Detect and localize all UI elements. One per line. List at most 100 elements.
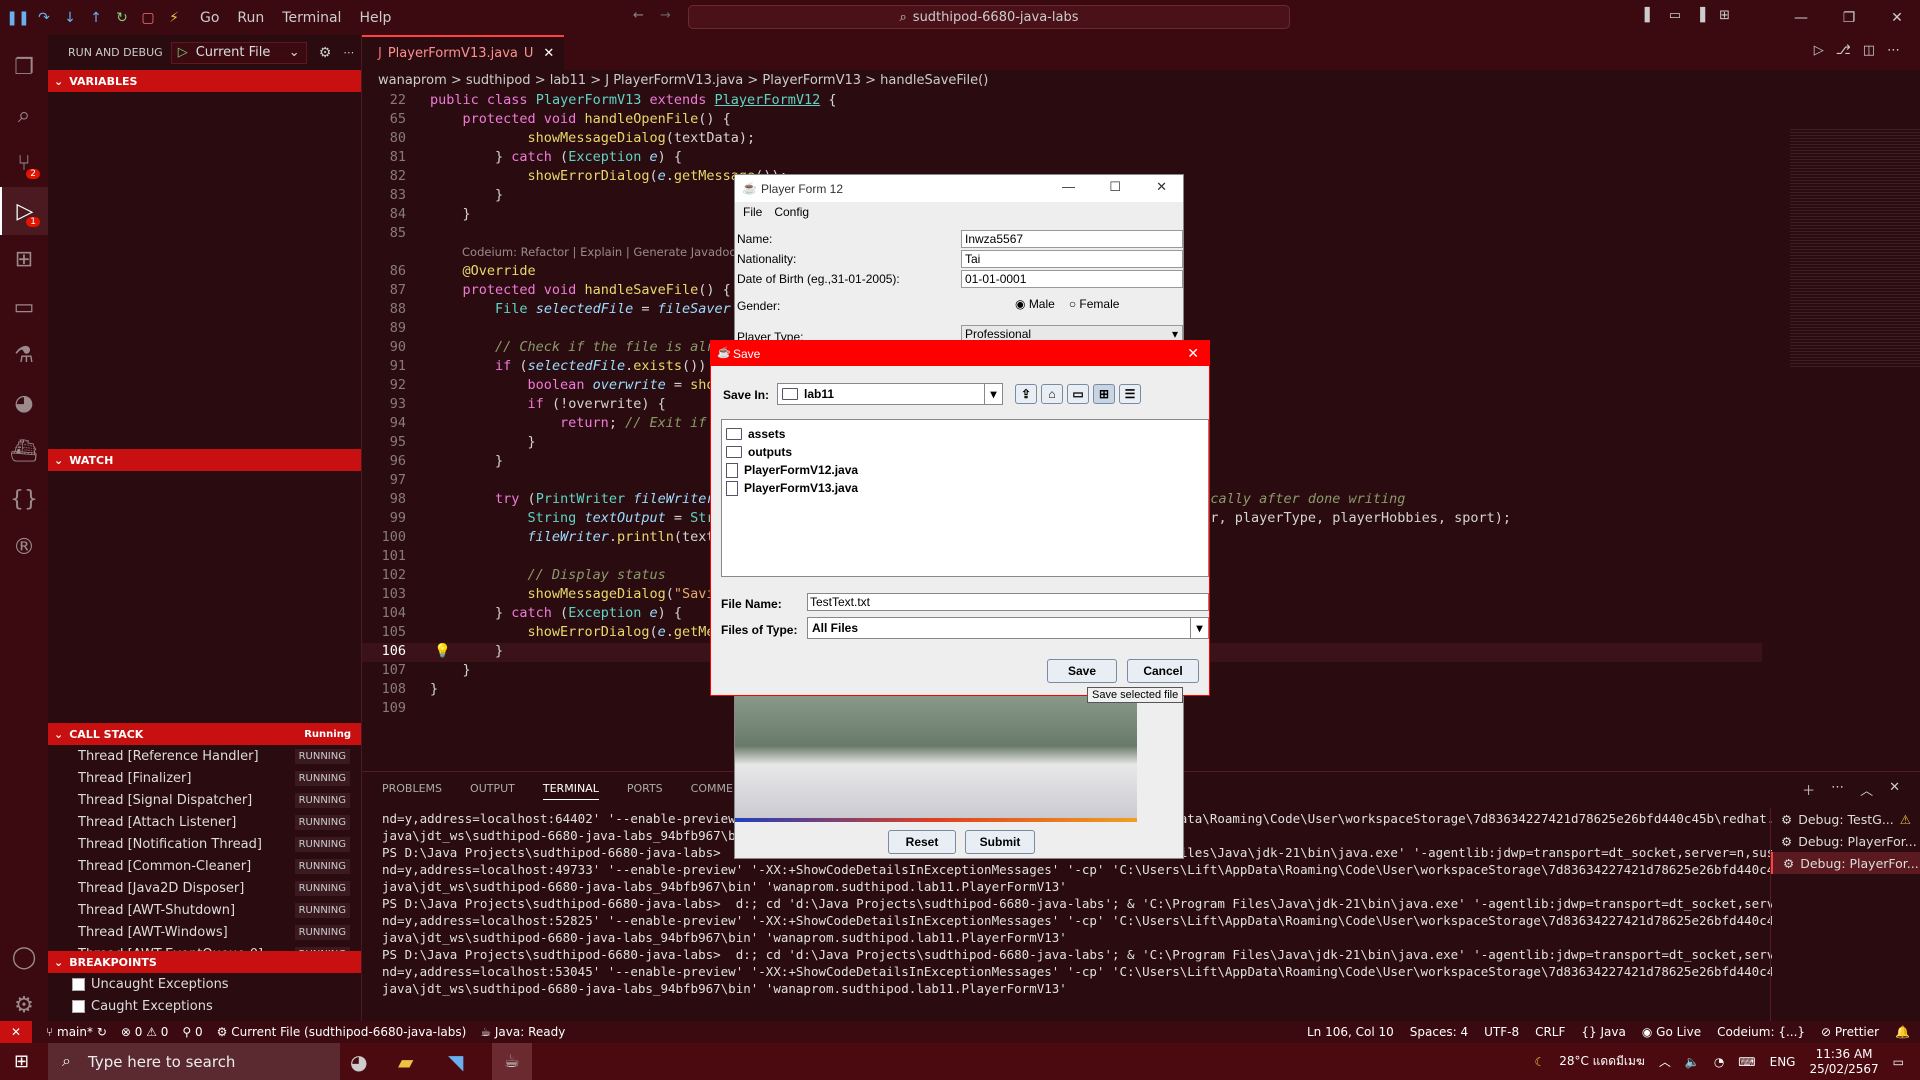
volume-icon[interactable]: 🔈 (1685, 1055, 1700, 1069)
thread-item[interactable]: Thread [Finalizer] RUNNING (78, 767, 358, 789)
search-icon[interactable]: ⌕ (0, 91, 48, 139)
encoding-status[interactable]: UTF-8 (1484, 1025, 1519, 1039)
breakpoints-header[interactable]: ⌄ BREAKPOINTS (48, 951, 361, 973)
thread-item[interactable]: Thread [Java2D Disposer] RUNNING (78, 877, 358, 899)
windows-start-icon[interactable]: ⊞ (14, 1051, 29, 1072)
close-icon[interactable]: ✕ (1874, 10, 1920, 26)
minimap[interactable] (1790, 127, 1920, 367)
close-icon[interactable]: ✕ (1889, 780, 1900, 799)
language-indicator[interactable]: ENG (1770, 1055, 1796, 1069)
thread-item[interactable]: Thread [Attach Listener] RUNNING (78, 811, 358, 833)
player-form-titlebar[interactable]: ☕ Player Form 12 — ☐ ✕ (735, 175, 1183, 202)
vscode-taskbar-icon[interactable]: ◥ (448, 1050, 463, 1074)
checkbox[interactable] (72, 999, 85, 1013)
restore-icon[interactable]: ❐ (1826, 10, 1872, 26)
toggle-sidebar-icon[interactable]: ▌ (1645, 8, 1655, 23)
toggle-secondary-sidebar-icon[interactable]: ▐ (1695, 8, 1705, 23)
menu-terminal[interactable]: Terminal (282, 10, 341, 26)
edge-icon[interactable]: ◕ (350, 1050, 367, 1074)
ports-status[interactable]: ⚲ 0 (182, 1025, 202, 1039)
keyboard-icon[interactable]: ⌨ (1738, 1055, 1755, 1069)
run-debug-icon[interactable]: ▷ 1 (0, 187, 48, 235)
problems-status[interactable]: ⊗ 0 ⚠ 0 (121, 1025, 169, 1039)
bell-icon[interactable]: 🔔 (1895, 1025, 1910, 1039)
forward-arrow-icon[interactable]: → (660, 8, 671, 23)
file-explorer-icon[interactable]: ▰ (398, 1050, 413, 1074)
thread-item[interactable]: Thread [Notification Thread] RUNNING (78, 833, 358, 855)
save-in-select[interactable]: lab11 ▾ (777, 383, 1003, 405)
notification-icon[interactable]: ▭ (1893, 1055, 1904, 1069)
pause-icon[interactable]: ❚❚ (6, 6, 30, 30)
network-icon[interactable]: ◔ (1714, 1055, 1724, 1069)
edge-devtools-icon[interactable]: ◕ (0, 379, 48, 427)
menu-run[interactable]: Run (237, 10, 264, 26)
maximize-icon[interactable]: ☐ (1109, 179, 1121, 195)
save-button[interactable]: Save (1047, 659, 1117, 683)
docker-icon[interactable]: ⛴ (0, 427, 48, 475)
golive-status[interactable]: ◉ Go Live (1642, 1025, 1701, 1039)
gender-female-radio[interactable]: ○ Female (1069, 297, 1120, 311)
stop-icon[interactable]: ▢ (136, 6, 160, 30)
session-item[interactable]: ⚙ Debug: PlayerFor... (1771, 830, 1920, 852)
rest-client-icon[interactable]: ® (0, 523, 48, 571)
remote-explorer-icon[interactable]: ▭ (0, 283, 48, 331)
bp-caught-exceptions[interactable]: Caught Exceptions (72, 995, 213, 1017)
nationality-input[interactable]: Tai (961, 250, 1183, 268)
remote-icon[interactable]: ✕ (0, 1021, 32, 1043)
indent-status[interactable]: Spaces: 4 (1410, 1025, 1468, 1039)
tab-output[interactable]: OUTPUT (470, 782, 515, 800)
session-item[interactable]: ⚙ Debug: TestG... ⚠ (1771, 808, 1920, 830)
codeium-lens[interactable]: Codeium: Refactor | Explain | Generate J… (462, 245, 757, 259)
launch-config-dropdown[interactable]: ▷ Current File ⌄ (170, 41, 307, 64)
close-icon[interactable]: ✕ (1187, 345, 1199, 362)
home-folder-icon[interactable]: ⌂ (1041, 384, 1063, 404)
more-icon[interactable]: ⋯ (1887, 43, 1900, 58)
cursor-position[interactable]: Ln 106, Col 10 (1307, 1025, 1394, 1039)
tab-playerformv13[interactable]: J PlayerFormV13.java U ✕ (362, 35, 565, 70)
minimize-icon[interactable]: — (1778, 10, 1824, 26)
reset-button[interactable]: Reset (888, 830, 956, 854)
thread-item[interactable]: Thread [AWT-Shutdown] RUNNING (78, 899, 358, 921)
session-item[interactable]: ⚙ Debug: PlayerFor... (1771, 852, 1920, 874)
taskbar-search[interactable]: ⌕ Type here to search (48, 1043, 340, 1080)
testing-icon[interactable]: ⚗ (0, 331, 48, 379)
minimize-icon[interactable]: — (1062, 179, 1075, 194)
codeium-status[interactable]: Codeium: {...} (1717, 1025, 1805, 1039)
java-status[interactable]: ☕ Java: Ready (480, 1025, 565, 1039)
bp-uncaught-exceptions[interactable]: Uncaught Exceptions (72, 973, 229, 995)
up-folder-icon[interactable]: ⇪ (1015, 384, 1037, 404)
command-center-search[interactable]: ⌕ sudthipod-6680-java-labs (688, 5, 1290, 29)
launch-status[interactable]: ⚙ Current File (sudthipod-6680-java-labs… (217, 1025, 467, 1039)
java-app-taskbar-icon[interactable]: ☕ (492, 1043, 532, 1080)
tab-terminal[interactable]: TERMINAL (542, 782, 599, 800)
thread-item[interactable]: Thread [Reference Handler] RUNNING (78, 745, 358, 767)
file-list-item[interactable]: assets (726, 424, 785, 444)
gender-male-radio[interactable]: ◉ Male (1015, 297, 1055, 311)
new-folder-icon[interactable]: ▭ (1067, 384, 1089, 404)
gear-icon[interactable]: ⚙ (319, 45, 332, 61)
tab-ports[interactable]: PORTS (627, 782, 663, 800)
step-out-icon[interactable]: ↑ (84, 6, 108, 30)
cancel-button[interactable]: Cancel (1127, 659, 1199, 683)
step-into-icon[interactable]: ↓ (58, 6, 82, 30)
call-stack-header[interactable]: ⌄ CALL STACK Running (48, 723, 361, 745)
thread-item[interactable]: Thread [AWT-Windows] RUNNING (78, 921, 358, 943)
eol-status[interactable]: CRLF (1535, 1025, 1565, 1039)
weather-label[interactable]: 28°C แดดมีเมฆ (1559, 1052, 1645, 1071)
hot-code-replace-icon[interactable]: ⚡ (162, 6, 186, 30)
prettier-status[interactable]: ⊘ Prettier (1821, 1025, 1879, 1039)
name-input[interactable]: Inwza5567 (961, 230, 1183, 248)
restart-icon[interactable]: ↻ (110, 6, 134, 30)
customize-layout-icon[interactable]: ⊞ (1719, 8, 1730, 23)
clock[interactable]: 11:36 AM 25/02/2567 (1809, 1047, 1878, 1077)
weather-icon[interactable]: ☾ (1534, 1055, 1545, 1069)
checkbox[interactable] (72, 977, 85, 991)
files-type-select[interactable]: All Files ▾ (807, 617, 1209, 639)
maximize-panel-icon[interactable]: ︿ (1860, 780, 1873, 799)
menu-config[interactable]: Config (774, 205, 809, 219)
more-icon[interactable]: ⋯ (343, 46, 354, 59)
file-name-input[interactable]: TestText.txt (807, 593, 1209, 611)
language-status[interactable]: {} Java (1581, 1025, 1625, 1039)
save-dialog-titlebar[interactable]: ☕ Save ✕ (711, 341, 1209, 366)
file-list-item[interactable]: outputs (726, 442, 792, 462)
